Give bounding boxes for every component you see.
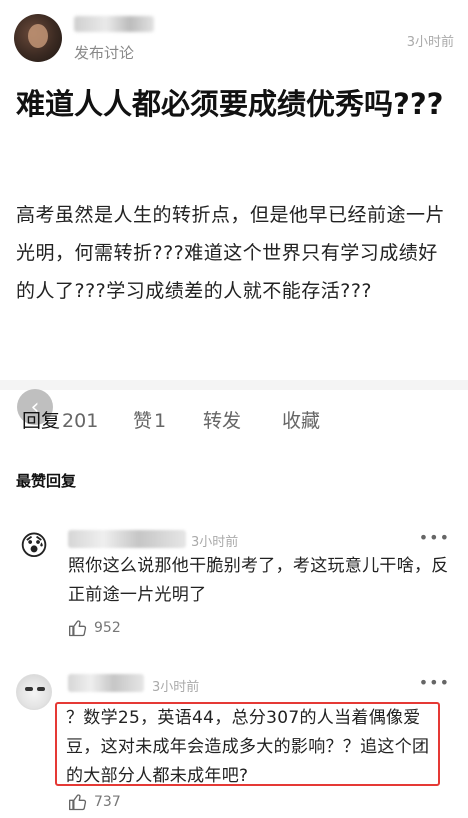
commenter-name-blurred[interactable] <box>68 674 144 692</box>
author-name-blurred[interactable] <box>74 16 154 32</box>
thumbs-up-icon <box>69 620 87 637</box>
tab-reposts[interactable]: 转发 <box>203 406 241 433</box>
top-replies-heading: 最赞回复 <box>16 472 77 490</box>
highlight-annotation-box <box>55 702 440 786</box>
more-options-icon[interactable]: ••• <box>419 673 450 692</box>
tab-bar: 回复 201 赞1 转发 收藏 <box>0 406 468 446</box>
tab-replies[interactable]: 回复 201 <box>22 406 98 433</box>
tab-favorites[interactable]: 收藏 <box>282 406 320 433</box>
post-timestamp: 3小时前 <box>406 35 454 50</box>
comment-text: 照你这么说那他干脆别考了，考这玩意儿干啥，反正前途一片光明了 <box>68 556 449 605</box>
more-options-icon[interactable]: ••• <box>419 528 450 547</box>
tab-likes-count: 1 <box>154 410 167 432</box>
post-action-label: 发布讨论 <box>74 44 135 62</box>
like-count: 952 <box>94 620 121 636</box>
post-body: 高考虽然是人生的转折点，但是他早已经前途一片光明，何需转折???难道这个世界只有… <box>16 204 446 302</box>
comment-time: 3小时前 <box>152 680 200 695</box>
post-title: 难道人人都必须要成绩优秀吗??? <box>16 87 444 121</box>
commenter-name-blurred[interactable] <box>68 530 186 548</box>
thumbs-up-icon <box>69 794 87 811</box>
tab-likes-label: 赞 <box>133 410 153 432</box>
tab-replies-label: 回复 <box>22 410 61 432</box>
tab-likes[interactable]: 赞1 <box>133 406 166 433</box>
author-avatar[interactable] <box>14 14 62 62</box>
commenter-avatar[interactable] <box>16 674 52 710</box>
tab-reposts-label: 转发 <box>203 410 242 432</box>
post-header: 发布讨论 3小时前 <box>0 0 468 70</box>
tab-favorites-label: 收藏 <box>282 410 321 432</box>
like-button[interactable]: 737 <box>68 792 121 812</box>
like-button[interactable]: 952 <box>68 618 121 638</box>
like-count: 737 <box>94 794 121 810</box>
tab-replies-count: 201 <box>62 410 99 432</box>
commenter-avatar[interactable]: 😰 <box>16 528 52 564</box>
comment-time: 3小时前 <box>191 535 239 550</box>
section-divider <box>0 380 468 390</box>
